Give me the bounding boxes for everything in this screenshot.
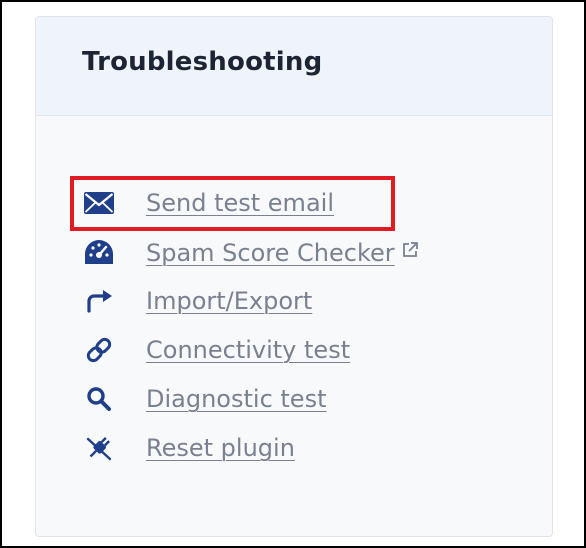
- reset-plugin-link[interactable]: Reset plugin: [82, 430, 295, 466]
- diagnostic-test-link[interactable]: Diagnostic test: [82, 381, 326, 417]
- gauge-icon: [82, 238, 116, 266]
- panel-title: Troubleshooting: [82, 47, 323, 77]
- send-test-email-link[interactable]: Send test email: [82, 185, 334, 221]
- panel-header: Troubleshooting: [36, 17, 552, 116]
- link-icon: [82, 336, 116, 364]
- spam-score-checker-link[interactable]: Spam Score Checker: [82, 234, 419, 270]
- unplug-icon: [82, 434, 116, 462]
- external-link-icon: [401, 237, 419, 265]
- arrow-redo-icon: [82, 287, 116, 315]
- connectivity-test-label: Connectivity test: [146, 336, 351, 364]
- envelope-icon: [82, 189, 116, 217]
- troubleshooting-panel: Troubleshooting Send test email Spam Sco…: [35, 16, 553, 537]
- diagnostic-test-label: Diagnostic test: [146, 385, 327, 413]
- reset-plugin-label: Reset plugin: [146, 434, 295, 462]
- spam-score-checker-label: Spam Score Checker: [146, 237, 419, 267]
- magnifier-icon: [82, 385, 116, 413]
- import-export-label: Import/Export: [146, 287, 313, 315]
- import-export-link[interactable]: Import/Export: [82, 283, 312, 319]
- connectivity-test-link[interactable]: Connectivity test: [82, 332, 350, 368]
- screenshot-frame: Troubleshooting Send test email Spam Sco…: [0, 0, 586, 548]
- send-test-email-label: Send test email: [146, 189, 334, 217]
